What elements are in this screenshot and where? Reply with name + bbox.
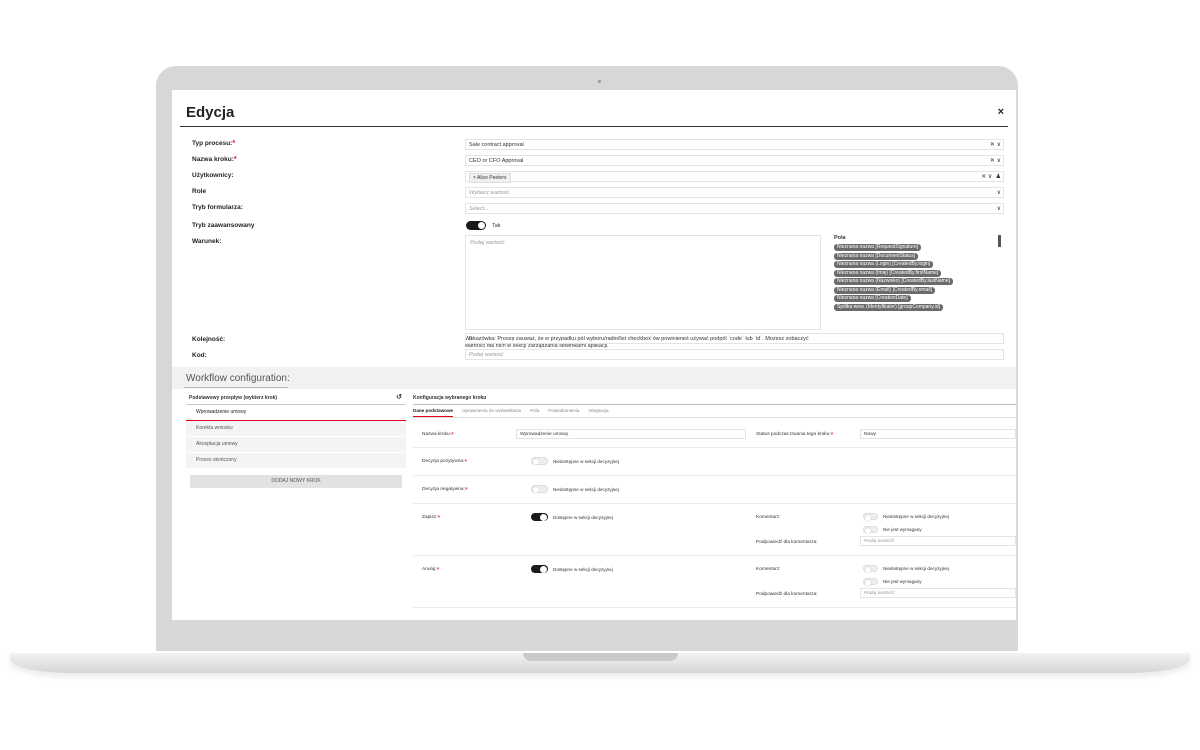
row-separator xyxy=(413,475,1016,476)
workflow-title-underline xyxy=(184,387,288,388)
close-icon[interactable]: × xyxy=(998,106,1004,118)
negative-decision-toggle[interactable] xyxy=(531,485,548,493)
order-input[interactable]: 0 xyxy=(465,333,1004,344)
step-config-header: Konfiguracja wybranego kroku xyxy=(413,392,1016,405)
negative-decision-label: Decyzja negatywna:* xyxy=(422,487,468,494)
field-tag[interactable]: Spółka wew. (Identyfikator) [groupCompan… xyxy=(834,303,944,311)
save-hint-label: Podpowiedź dla komentarza: xyxy=(756,540,818,545)
chevron-down-icon[interactable]: ∨ xyxy=(997,188,1001,199)
step-item[interactable]: Proces skończony xyxy=(186,453,406,469)
save-comment-label: Komentarz: xyxy=(756,515,781,520)
tab-integration[interactable]: Integracja xyxy=(588,405,608,417)
step-config-tabs: Dane podstawowe Uprawnienia do wyświetla… xyxy=(413,405,1016,418)
field-tag[interactable]: Nieznana nazwa [DocumentStatus] xyxy=(834,252,919,260)
tab-permissions[interactable]: Uprawnienia do wyświetlania xyxy=(462,405,521,417)
code-label: Kod: xyxy=(192,352,207,359)
advanced-mode-label: Tryb zaawansowany xyxy=(192,222,255,229)
cancel-toggle[interactable] xyxy=(531,565,548,573)
reset-icon[interactable]: ↺ xyxy=(396,392,402,404)
steps-panel-header: Podstawowy przepływ (wybierz krok) ↺ xyxy=(186,392,406,405)
save-label: Zapisz:* xyxy=(422,515,441,522)
status-label: Status podczas trwania tego kroku:* xyxy=(756,432,834,439)
camera-dot xyxy=(598,80,601,83)
advanced-mode-value: Tak xyxy=(492,223,501,229)
save-comment-toggle[interactable] xyxy=(863,513,878,521)
field-tag[interactable]: Nieznana nazwa [CreationDate] xyxy=(834,295,911,302)
workflow-header: Workflow configuration: xyxy=(172,367,1016,389)
condition-label: Warunek: xyxy=(192,238,222,245)
step-item[interactable]: Korekta wniosku xyxy=(186,421,406,437)
cancel-comment-label: Komentarz: xyxy=(756,567,781,572)
workflow-title: Workflow configuration: xyxy=(186,373,290,384)
positive-decision-text: Niedostępne w sekcji decyzyjnej xyxy=(553,459,619,464)
code-input[interactable]: Podaj wartość xyxy=(465,349,1004,360)
dialog-title: Edycja xyxy=(186,104,235,121)
field-tag[interactable]: Nieznana nazwa (Email) [CreatedBy.email] xyxy=(834,286,935,294)
row-separator xyxy=(413,607,1016,608)
fields-panel: Pola Nieznana nazwa [RequestSignature] N… xyxy=(834,235,1006,329)
condition-textarea[interactable]: Podaj wartość xyxy=(465,235,821,330)
field-tag[interactable]: Nieznana nazwa [RequestSignature] xyxy=(834,244,922,251)
screen: Edycja × Typ procesu:* Sale contract app… xyxy=(172,90,1016,620)
save-comment-unavailable: Niedostępne w sekcji decyzyjnej xyxy=(883,514,949,519)
users-select[interactable]: × Alice Peeters ✕ ∨ ♟ xyxy=(465,171,1004,183)
step-item[interactable]: Wprowadzenie umowy xyxy=(186,405,406,421)
save-comment-not-required: Nie jest wymagany xyxy=(883,527,922,532)
cancel-label: Anuluj:* xyxy=(422,567,440,574)
save-comment-required-toggle[interactable] xyxy=(863,526,878,534)
step-name-label: Nazwa kroku:* xyxy=(192,156,237,163)
process-type-select[interactable]: Sale contract approval ✕ ∨ xyxy=(465,139,1004,150)
tab-fields[interactable]: Pola xyxy=(530,405,539,417)
dialog-header: Edycja × xyxy=(180,98,1008,127)
tab-notifications[interactable]: Powiadomienia xyxy=(548,405,579,417)
cancel-comment-toggle[interactable] xyxy=(863,565,878,573)
status-input[interactable]: Nowy xyxy=(860,429,1016,439)
add-step-button[interactable]: DODAJ NOWY KROK xyxy=(190,475,402,488)
order-label: Kolejność: xyxy=(192,336,226,343)
fields-panel-title: Pola xyxy=(834,235,846,241)
field-tag[interactable]: Nieznana nazwa (Nazwisko) [CreatedBy.las… xyxy=(834,278,954,285)
config-step-name-label: Nazwa kroku:* xyxy=(422,432,454,439)
save-toggle[interactable] xyxy=(531,513,548,521)
tab-basic-data[interactable]: Dane podstawowe xyxy=(413,405,454,417)
field-tag[interactable]: Nieznana nazwa (Imię) [CreatedBy.firstNa… xyxy=(834,269,942,277)
row-separator xyxy=(413,447,1016,448)
chevron-down-icon[interactable]: ∨ xyxy=(997,204,1001,215)
process-type-label: Typ procesu:* xyxy=(192,140,236,147)
users-label: Użytkownicy: xyxy=(192,172,234,179)
cancel-hint-input[interactable]: Podaj wartość xyxy=(860,588,1016,598)
clear-and-chevron-icon[interactable]: ✕ ∨ xyxy=(990,140,1001,151)
cancel-comment-unavailable: Niedostępne w sekcji decyzyjnej xyxy=(883,566,949,571)
clear-chevron-user-icon[interactable]: ✕ ∨ ♟ xyxy=(981,172,1001,183)
positive-decision-label: Decyzja pozytywna:* xyxy=(422,459,468,466)
cancel-hint-label: Podpowiedź dla komentarza: xyxy=(756,592,818,597)
role-label: Role xyxy=(192,188,207,195)
fields-scrollbar[interactable] xyxy=(998,235,1001,247)
clear-and-chevron-icon[interactable]: ✕ ∨ xyxy=(990,156,1001,167)
row-separator xyxy=(413,555,1016,556)
step-config-panel: Konfiguracja wybranego kroku Dane podsta… xyxy=(413,392,1016,418)
cancel-text: Dostępne w sekcji decyzyjnej xyxy=(553,567,613,572)
advanced-mode-toggle[interactable] xyxy=(466,221,486,230)
cancel-comment-not-required: Nie jest wymagany xyxy=(883,579,922,584)
workflow-steps-panel: Podstawowy przepływ (wybierz krok) ↺ Wpr… xyxy=(186,392,406,488)
role-select[interactable]: Wybierz wartość ∨ xyxy=(465,187,1004,198)
positive-decision-toggle[interactable] xyxy=(531,457,548,465)
step-item[interactable]: Akceptacja umowy xyxy=(186,437,406,453)
form-mode-label: Tryb formularza: xyxy=(192,204,243,211)
save-text: Dostępne w sekcji decyzyjnej xyxy=(553,515,613,520)
save-hint-input[interactable]: Podaj wartość xyxy=(860,536,1016,546)
row-separator xyxy=(413,503,1016,504)
config-step-name-input[interactable]: Wprowadzenie umowy xyxy=(516,429,746,439)
step-name-select[interactable]: CEO or CFO Approval ✕ ∨ xyxy=(465,155,1004,166)
laptop-notch xyxy=(523,653,678,661)
field-tag[interactable]: Nieznana nazwa (Login) [CreatedBy.login] xyxy=(834,261,934,268)
user-chip[interactable]: × Alice Peeters xyxy=(469,173,511,183)
negative-decision-text: Niedostępne w sekcji decyzyjnej xyxy=(553,487,619,492)
cancel-comment-required-toggle[interactable] xyxy=(863,578,878,586)
form-mode-select[interactable]: Select... ∨ xyxy=(465,203,1004,214)
